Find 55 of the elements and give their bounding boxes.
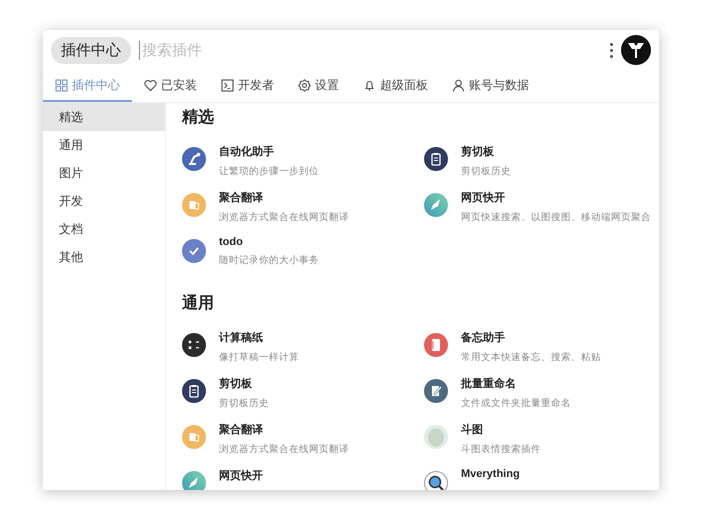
- plugin-description: 浏览器方式聚合在线网页翻译: [219, 443, 349, 456]
- plugin-name[interactable]: 自动化助手: [219, 144, 319, 159]
- sidebar-item[interactable]: 通用: [43, 131, 165, 159]
- plugin-name[interactable]: 网页快开: [461, 190, 651, 205]
- search-icon[interactable]: [424, 471, 448, 490]
- sidebar-item[interactable]: 图片: [43, 159, 165, 187]
- settings-icon: [298, 78, 311, 92]
- clipboard-icon[interactable]: [424, 147, 448, 171]
- grid-icon: [55, 78, 68, 92]
- tab[interactable]: 已安装: [132, 70, 209, 102]
- plugin-description: 网页快速搜索、以图搜图、移动端网页聚合: [461, 211, 651, 224]
- plugin-name[interactable]: 剪切板: [219, 376, 269, 391]
- plugin-description: 浏览器方式聚合在线网页翻译: [219, 211, 349, 224]
- tab[interactable]: 账号与数据: [440, 70, 541, 102]
- search-field[interactable]: 搜索插件: [139, 40, 602, 60]
- sidebar-item[interactable]: 文档: [43, 215, 165, 243]
- tab[interactable]: 开发者: [209, 70, 286, 102]
- person-icon: [452, 78, 465, 92]
- calculator-icon[interactable]: [182, 333, 206, 357]
- plugin-name[interactable]: 网页快开: [219, 468, 263, 483]
- plugin-description: 文件或文件夹批量重命名: [461, 397, 571, 410]
- plugin-name[interactable]: Mverything: [461, 468, 520, 480]
- clipboard-icon[interactable]: [182, 379, 206, 403]
- plugin-name[interactable]: 计算稿纸: [219, 330, 299, 345]
- checkmark-icon[interactable]: [182, 239, 206, 263]
- plugin-name[interactable]: 斗图: [461, 422, 541, 437]
- plugin-description: 让繁琐的步骤一步到位: [219, 165, 319, 178]
- robot-arm-icon[interactable]: [182, 147, 206, 171]
- plugin-name[interactable]: 备忘助手: [461, 330, 601, 345]
- sidebar-item[interactable]: 其他: [43, 243, 165, 271]
- plugin-name[interactable]: 聚合翻译: [219, 422, 349, 437]
- sidebar-item[interactable]: 开发: [43, 187, 165, 215]
- plugin-center-badge[interactable]: 插件中心: [51, 36, 131, 64]
- bell-icon: [363, 78, 376, 92]
- plugin-name[interactable]: 聚合翻译: [219, 190, 349, 205]
- plugin-description: 剪切板历史: [461, 165, 511, 178]
- plugin-description: 剪切板历史: [219, 397, 269, 410]
- plugin-description: 随时记录你的大小事务: [219, 254, 319, 267]
- plugin-name[interactable]: 剪切板: [461, 144, 511, 159]
- plugin-description: 斗图表情搜索插件: [461, 443, 541, 456]
- logo-icon[interactable]: [621, 35, 651, 65]
- plugin-description: 常用文本快速备忘、搜索、粘贴: [461, 351, 601, 364]
- notebook-icon[interactable]: [424, 333, 448, 357]
- tab[interactable]: 设置: [286, 70, 351, 102]
- section-title: 通用: [182, 293, 215, 314]
- plugin-description: 像打草稿一样计算: [219, 351, 299, 364]
- more-icon[interactable]: [610, 42, 613, 58]
- pencil-icon[interactable]: [424, 379, 448, 403]
- plugin-name[interactable]: 批量重命名: [461, 376, 571, 391]
- terminal-icon: [221, 78, 234, 92]
- plugin-name[interactable]: todo: [219, 236, 319, 248]
- sidebar-item[interactable]: 精选: [43, 103, 165, 131]
- tab[interactable]: 超级面板: [351, 70, 440, 102]
- section-title: 精选: [182, 108, 215, 128]
- heart-icon: [144, 78, 157, 92]
